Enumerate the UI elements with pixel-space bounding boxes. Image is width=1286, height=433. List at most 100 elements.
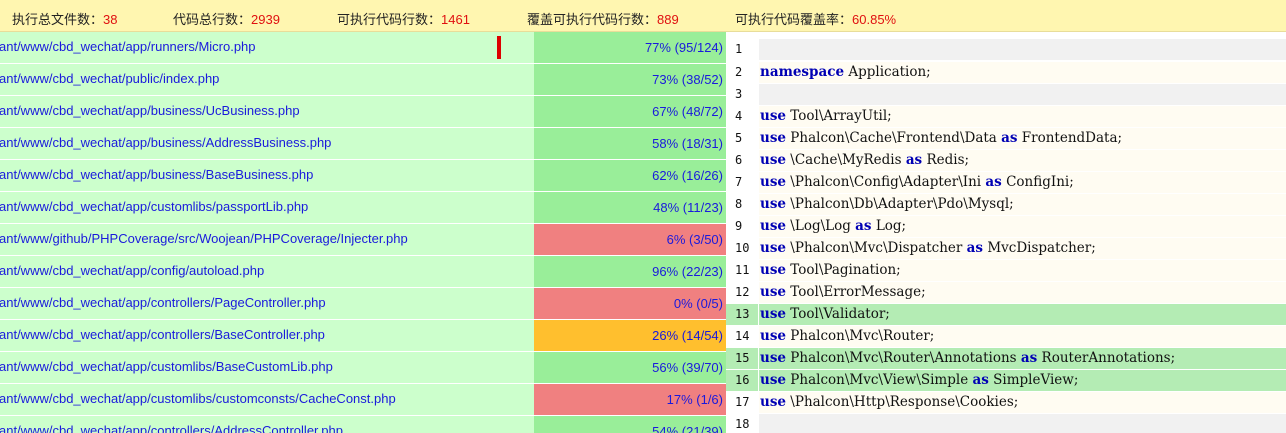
line-code (759, 84, 1286, 105)
total-files-value: 38 (103, 12, 118, 27)
file-row[interactable]: ant/www/cbd_wechat/app/customlibs/BaseCu… (0, 352, 726, 384)
file-coverage-cell: 54% (21/39) (534, 416, 726, 433)
file-path-link[interactable]: ant/www/cbd_wechat/app/customlibs/custom… (0, 391, 396, 406)
source-line: 15 use Phalcon\Mvc\Router\Annotations as … (726, 348, 1286, 369)
file-row[interactable]: ant/www/cbd_wechat/app/config/autoload.p… (0, 256, 726, 288)
line-number: 14 (735, 329, 750, 343)
coverage-rate-value: 60.85% (852, 12, 897, 27)
file-row[interactable]: ant/www/cbd_wechat/public/index.php 73% (… (0, 64, 726, 96)
source-line: 1 (726, 39, 1286, 60)
code-keyword: use (760, 350, 787, 366)
line-code: use \Phalcon\Db\Adapter\Pdo\Mysql; (759, 194, 1286, 215)
code-text: Phalcon\Mvc\Router; (786, 328, 935, 344)
code-text: RouterAnnotations; (1037, 350, 1176, 366)
file-coverage-cell: 58% (18/31) (534, 128, 726, 159)
code-text: SimpleView; (988, 372, 1079, 388)
line-code: use Tool\ArrayUtil; (759, 106, 1286, 127)
file-path-link[interactable]: ant/www/cbd_wechat/public/index.php (0, 71, 219, 86)
line-number: 12 (735, 285, 750, 299)
source-line: 9 use \Log\Log as Log; (726, 216, 1286, 237)
file-row[interactable]: ant/www/github/PHPCoverage/src/Woojean/P… (0, 224, 726, 256)
file-coverage-cell: 73% (38/52) (534, 64, 726, 95)
file-path-cell: ant/www/cbd_wechat/app/runners/Micro.php (0, 32, 534, 63)
file-coverage-cell: 17% (1/6) (534, 384, 726, 415)
code-text: Phalcon\Mvc\View\Simple (786, 372, 973, 388)
file-path-cell: ant/www/cbd_wechat/app/business/AddressB… (0, 128, 534, 159)
code-keyword: use (760, 372, 787, 388)
source-line: 8 use \Phalcon\Db\Adapter\Pdo\Mysql; (726, 194, 1286, 215)
file-path-link[interactable]: ant/www/cbd_wechat/app/business/BaseBusi… (0, 167, 313, 182)
code-text: \Cache\MyRedis (786, 152, 906, 168)
code-keyword: as (905, 152, 923, 168)
source-line: 18 (726, 414, 1286, 433)
covered-lines-stat: 覆盖可执行代码行数：889 (527, 9, 679, 28)
code-keyword: use (760, 218, 787, 234)
file-row[interactable]: ant/www/cbd_wechat/app/customlibs/custom… (0, 384, 726, 416)
code-text: Tool\Validator; (786, 306, 890, 322)
line-code: use Tool\ErrorMessage; (759, 282, 1286, 303)
line-code: use Phalcon\Cache\Frontend\Data as Front… (759, 128, 1286, 149)
file-row[interactable]: ant/www/cbd_wechat/app/customlibs/passpo… (0, 192, 726, 224)
file-path-cell: ant/www/cbd_wechat/app/controllers/BaseC… (0, 320, 534, 351)
code-keyword: as (966, 240, 984, 256)
source-line: 10 use \Phalcon\Mvc\Dispatcher as MvcDisp… (726, 238, 1286, 259)
file-coverage-list: ant/www/cbd_wechat/app/runners/Micro.php… (0, 32, 726, 433)
line-number: 6 (735, 153, 743, 167)
line-number: 11 (735, 263, 750, 277)
file-path-link[interactable]: ant/www/cbd_wechat/app/customlibs/BaseCu… (0, 359, 333, 374)
line-number: 3 (735, 87, 743, 101)
line-number: 2 (735, 65, 743, 79)
file-row[interactable]: ant/www/cbd_wechat/app/business/BaseBusi… (0, 160, 726, 192)
file-path-link[interactable]: ant/www/cbd_wechat/app/business/UcBusine… (0, 103, 300, 118)
line-number: 15 (726, 348, 758, 369)
file-path-cell: ant/www/cbd_wechat/app/controllers/Addre… (0, 416, 534, 433)
file-path-link[interactable]: ant/www/cbd_wechat/app/controllers/BaseC… (0, 327, 325, 342)
line-code: use \Log\Log as Log; (759, 216, 1286, 237)
file-path-cell: ant/www/cbd_wechat/app/business/UcBusine… (0, 96, 534, 127)
file-row[interactable]: ant/www/cbd_wechat/app/controllers/BaseC… (0, 320, 726, 352)
code-text: Redis; (922, 152, 970, 168)
coverage-rate-stat: 可执行代码覆盖率：60.85% (735, 9, 896, 28)
line-code: use Tool\Pagination; (759, 260, 1286, 281)
code-text: Tool\ErrorMessage; (786, 284, 926, 300)
file-coverage-cell: 26% (14/54) (534, 320, 726, 351)
code-text: \Phalcon\Mvc\Dispatcher (786, 240, 967, 256)
executable-lines-label: 可执行代码行数： (337, 12, 442, 27)
file-path-link[interactable]: ant/www/cbd_wechat/app/customlibs/passpo… (0, 199, 308, 214)
line-number: 4 (735, 109, 743, 123)
file-path-link[interactable]: ant/www/cbd_wechat/app/business/AddressB… (0, 135, 331, 150)
source-line: 12 use Tool\ErrorMessage; (726, 282, 1286, 303)
line-code (759, 414, 1286, 433)
source-line: 7 use \Phalcon\Config\Adapter\Ini as Conf… (726, 172, 1286, 193)
file-row[interactable]: ant/www/cbd_wechat/app/runners/Micro.php… (0, 32, 726, 64)
file-path-link[interactable]: ant/www/cbd_wechat/app/controllers/PageC… (0, 295, 326, 310)
code-keyword: as (855, 218, 872, 234)
file-path-cell: ant/www/cbd_wechat/app/config/autoload.p… (0, 256, 534, 287)
file-row[interactable]: ant/www/cbd_wechat/app/controllers/PageC… (0, 288, 726, 320)
total-lines-value: 2939 (251, 12, 280, 27)
file-path-cell: ant/www/cbd_wechat/app/customlibs/custom… (0, 384, 534, 415)
covered-lines-value: 889 (657, 12, 679, 27)
file-row[interactable]: ant/www/cbd_wechat/app/controllers/Addre… (0, 416, 726, 433)
file-row[interactable]: ant/www/cbd_wechat/app/business/AddressB… (0, 128, 726, 160)
code-text: Application; (844, 64, 931, 80)
coverage-rate-label: 可执行代码覆盖率： (735, 12, 853, 27)
line-number: 8 (735, 197, 743, 211)
code-text: \Phalcon\Db\Adapter\Pdo\Mysql; (786, 196, 1014, 212)
code-keyword: as (1020, 350, 1038, 366)
file-row[interactable]: ant/www/cbd_wechat/app/business/UcBusine… (0, 96, 726, 128)
code-keyword: use (760, 240, 787, 256)
file-path-cell: ant/www/cbd_wechat/app/customlibs/BaseCu… (0, 352, 534, 383)
file-path-link[interactable]: ant/www/cbd_wechat/app/runners/Micro.php (0, 39, 256, 54)
file-path-link[interactable]: ant/www/cbd_wechat/app/config/autoload.p… (0, 263, 264, 278)
code-text: Phalcon\Mvc\Router\Annotations (786, 350, 1021, 366)
code-keyword: namespace (760, 64, 845, 80)
total-files-label: 执行总文件数： (12, 12, 104, 27)
file-path-link[interactable]: ant/www/github/PHPCoverage/src/Woojean/P… (0, 231, 408, 246)
code-keyword: use (760, 284, 787, 300)
file-path-link[interactable]: ant/www/cbd_wechat/app/controllers/Addre… (0, 423, 343, 433)
file-path-cell: ant/www/cbd_wechat/app/controllers/PageC… (0, 288, 534, 319)
code-keyword: use (760, 262, 787, 278)
code-keyword: use (760, 306, 787, 322)
code-keyword: use (760, 130, 787, 146)
